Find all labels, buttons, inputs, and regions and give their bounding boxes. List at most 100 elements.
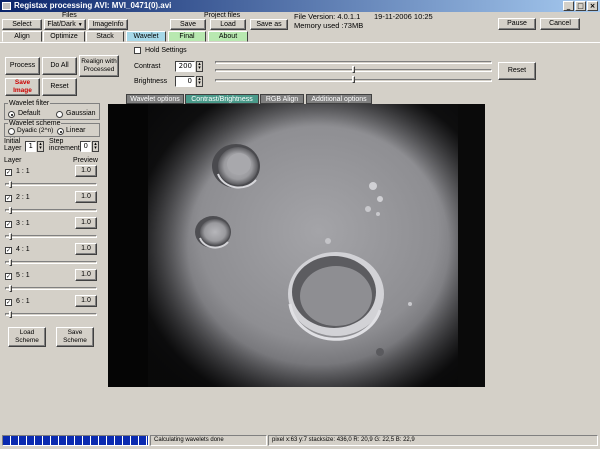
brightness-input[interactable]: 0	[175, 76, 195, 87]
tab-rgb-align[interactable]: RGB Align	[260, 94, 304, 104]
layer-3-slider-thumb[interactable]	[9, 233, 12, 240]
file-date: 19-11-2006 10:25	[374, 12, 433, 21]
layer-5-checkbox[interactable]: ✓	[5, 273, 12, 280]
app-icon	[2, 2, 11, 10]
files-label: Files	[62, 12, 77, 19]
layer-1-slider[interactable]	[5, 183, 97, 186]
imageinfo-button[interactable]: ImageInfo	[88, 19, 128, 30]
save-as-button[interactable]: Save as	[250, 19, 288, 30]
step-increment-label: Step increment	[49, 138, 80, 152]
gaussian-label: Gaussian	[66, 110, 96, 117]
tab-baseline	[0, 42, 600, 43]
do-all-button[interactable]: Do All	[42, 57, 77, 75]
layer-4-preview-button[interactable]: 1.0	[75, 243, 97, 255]
layer-3-preview-button[interactable]: 1.0	[75, 217, 97, 229]
tab-final[interactable]: Final	[168, 31, 206, 42]
status-message: Calculating wavelets done	[150, 435, 267, 446]
process-button[interactable]: Process	[5, 57, 40, 75]
step-increment-spin[interactable]: ▴ ▾	[92, 141, 99, 152]
layer-5-preview-button[interactable]: 1.0	[75, 269, 97, 281]
contrast-input[interactable]: 200	[175, 61, 195, 72]
load-button[interactable]: Load	[210, 19, 246, 30]
tab-wavelet[interactable]: Wavelet	[126, 31, 166, 42]
hold-settings-checkbox[interactable]	[134, 47, 141, 54]
layer-5-label: 5 : 1	[16, 272, 30, 279]
layer-6-checkbox[interactable]: ✓	[5, 299, 12, 306]
cancel-button[interactable]: Cancel	[540, 18, 580, 30]
layer-6-slider-thumb[interactable]	[9, 311, 12, 318]
tab-optimize[interactable]: Optimize	[43, 31, 85, 42]
tab-about[interactable]: About	[208, 31, 248, 42]
layer-5-slider-thumb[interactable]	[9, 285, 12, 292]
progress-bar	[2, 435, 149, 446]
layer-3-checkbox[interactable]: ✓	[5, 221, 12, 228]
step-increment-input[interactable]: 0	[80, 141, 91, 152]
chevron-down-icon: ▼	[77, 21, 83, 28]
flatdark-label: Flat/Dark	[47, 20, 76, 28]
layer-1-slider-thumb[interactable]	[9, 181, 12, 188]
moon-image	[108, 104, 485, 387]
wavelet-scheme-title: Wavelet scheme	[8, 120, 62, 127]
brightness-slider-thumb[interactable]	[351, 76, 355, 83]
save-image-button[interactable]: Save Image	[5, 78, 40, 96]
layer-6-label: 6 : 1	[16, 298, 30, 305]
layer-2-preview-button[interactable]: 1.0	[75, 191, 97, 203]
save-button[interactable]: Save	[170, 19, 206, 30]
contrast-slider-thumb[interactable]	[351, 66, 355, 73]
contrast-slider-top	[215, 61, 492, 64]
maximize-icon[interactable]: □	[575, 1, 586, 11]
dyadic-radio[interactable]	[8, 128, 15, 135]
pause-button[interactable]: Pause	[498, 18, 536, 30]
layer-3-slider[interactable]	[5, 235, 97, 238]
brightness-spin[interactable]: ▴ ▾	[196, 76, 203, 87]
close-icon[interactable]: ×	[587, 1, 598, 11]
contrast-label: Contrast	[134, 63, 161, 70]
file-version: File Version: 4.0.1.1	[294, 12, 361, 21]
layer-4-label: 4 : 1	[16, 246, 30, 253]
layer-6-slider[interactable]	[5, 313, 97, 316]
dyadic-label: Dyadic (2^n)	[17, 127, 54, 134]
image-view[interactable]	[108, 104, 485, 387]
window-title: Registax processing AVI: MVI_0471(0).avi	[14, 1, 172, 10]
save-scheme-button[interactable]: Save Scheme	[56, 327, 94, 347]
hold-settings-label: Hold Settings	[145, 47, 187, 54]
layer-4-checkbox[interactable]: ✓	[5, 247, 12, 254]
layer-6-preview-button[interactable]: 1.0	[75, 295, 97, 307]
layer-1-label: 1 : 1	[16, 168, 30, 175]
initial-layer-spin[interactable]: ▴ ▾	[37, 141, 44, 152]
initial-layer-input[interactable]: 1	[25, 141, 36, 152]
default-label: Default	[18, 110, 41, 117]
tab-stack[interactable]: Stack	[86, 31, 124, 42]
reset-action-button[interactable]: Reset	[42, 78, 77, 96]
layer-1-preview-button[interactable]: 1.0	[75, 165, 97, 177]
flatdark-button[interactable]: Flat/Dark ▼	[44, 19, 86, 30]
layer-2-slider-thumb[interactable]	[9, 207, 12, 214]
title-bar: Registax processing AVI: MVI_0471(0).avi	[0, 0, 600, 12]
tab-additional-options[interactable]: Additional options	[306, 94, 372, 104]
layer-2-checkbox[interactable]: ✓	[5, 195, 12, 202]
linear-radio[interactable]	[57, 128, 64, 135]
tab-align[interactable]: Align	[2, 31, 42, 42]
adjust-reset-button[interactable]: Reset	[498, 62, 536, 80]
tab-contrast-brightness[interactable]: Contrast/Brightness	[185, 94, 259, 104]
default-radio[interactable]	[8, 111, 15, 118]
contrast-spin[interactable]: ▴ ▾	[196, 61, 203, 72]
tab-wavelet-options[interactable]: Wavelet options	[126, 94, 184, 104]
layer-2-slider[interactable]	[5, 209, 97, 212]
initial-layer-label: Initial Layer	[4, 138, 22, 152]
pixel-info: pixel x:63 y:7 stacksize: 436,0 R: 20,9 …	[268, 435, 598, 446]
brightness-label: Brightness	[134, 78, 168, 85]
realign-button[interactable]: Realign with Processed	[79, 55, 119, 77]
layer-5-slider[interactable]	[5, 287, 97, 290]
layer-4-slider[interactable]	[5, 261, 97, 264]
gaussian-radio[interactable]	[56, 111, 63, 118]
minimize-icon[interactable]: _	[563, 1, 574, 11]
layer-header: Layer	[4, 157, 22, 164]
wavelet-filter-title: Wavelet filter	[8, 100, 51, 107]
load-scheme-button[interactable]: Load Scheme	[8, 327, 46, 347]
progress-fill	[3, 436, 148, 445]
linear-label: Linear	[66, 127, 86, 134]
layer-4-slider-thumb[interactable]	[9, 259, 12, 266]
select-button[interactable]: Select	[2, 19, 42, 30]
layer-1-checkbox[interactable]: ✓	[5, 169, 12, 176]
